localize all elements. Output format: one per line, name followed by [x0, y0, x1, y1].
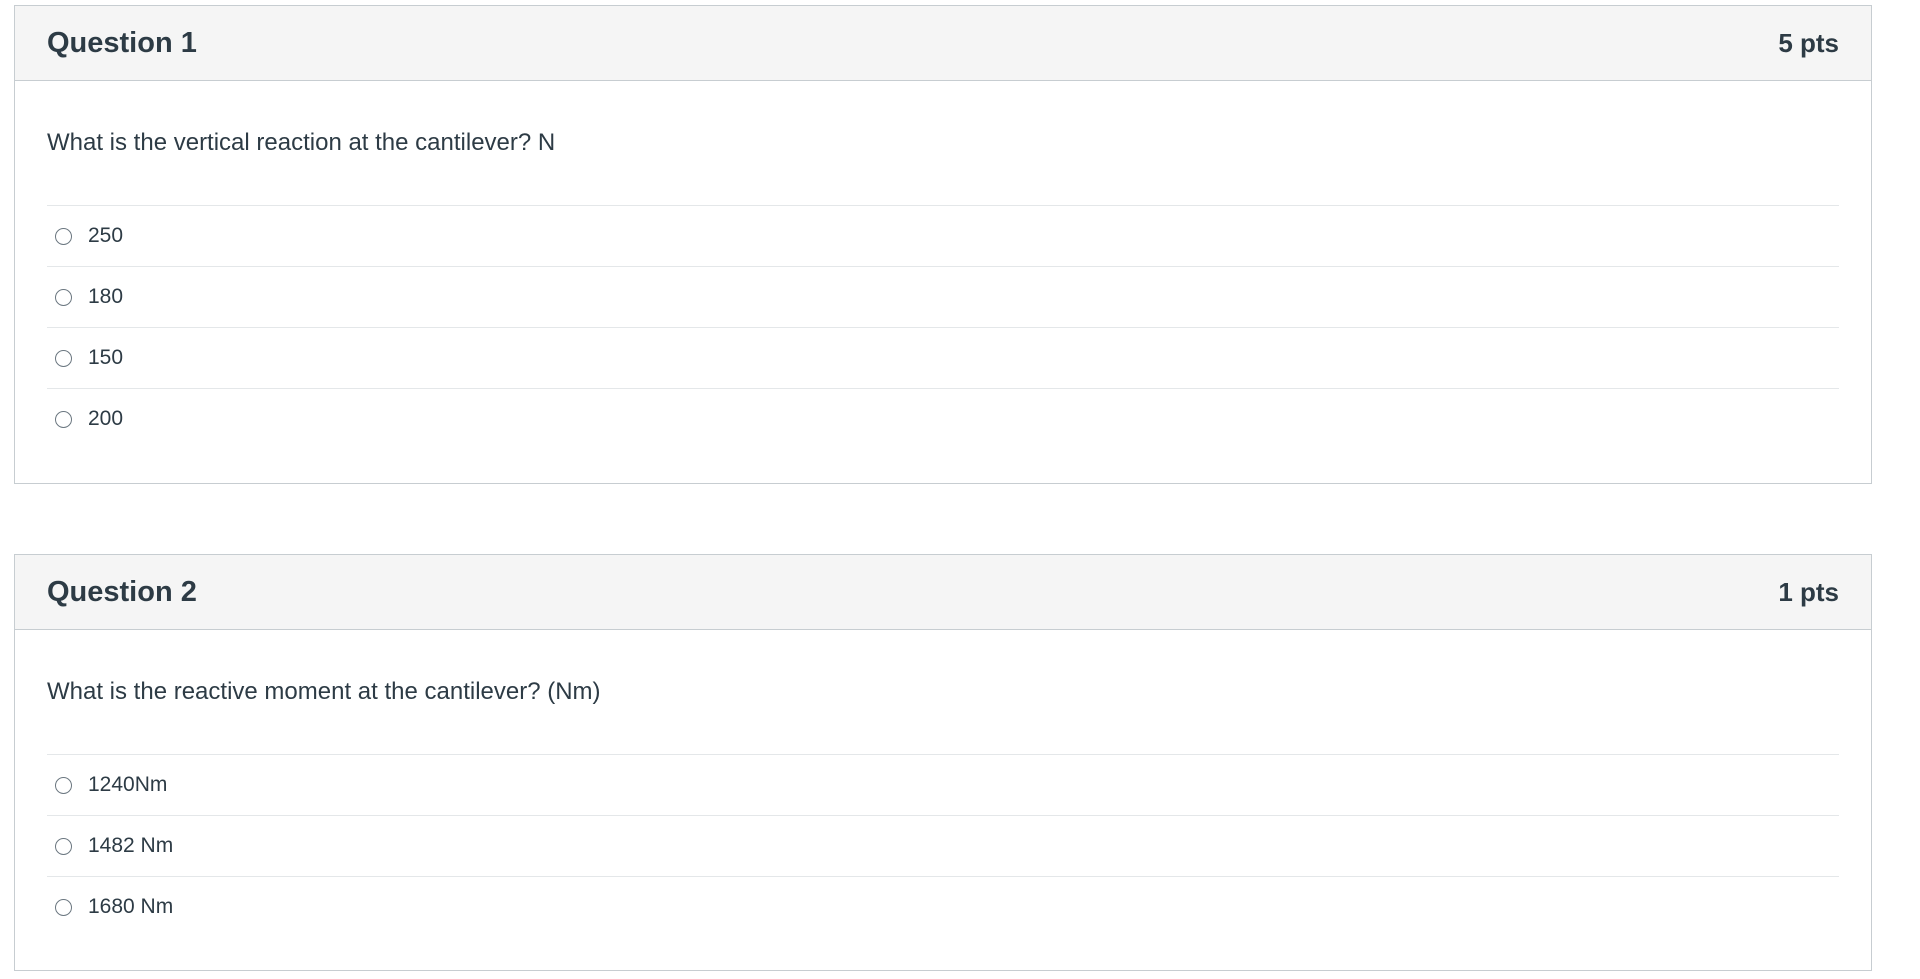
answer-option[interactable]: 1680 Nm: [47, 876, 1839, 937]
question-title: Question 1: [47, 26, 197, 59]
answer-list: 1240Nm 1482 Nm 1680 Nm: [47, 754, 1839, 937]
question-card-1: Question 1 5 pts What is the vertical re…: [14, 5, 1872, 484]
question-body: What is the reactive moment at the canti…: [15, 630, 1871, 937]
answer-option[interactable]: 1482 Nm: [47, 815, 1839, 876]
question-body: What is the vertical reaction at the can…: [15, 81, 1871, 449]
answer-label: 150: [88, 346, 124, 369]
radio-button[interactable]: [55, 349, 72, 367]
answer-label: 1680 Nm: [88, 895, 174, 918]
answer-option[interactable]: 180: [47, 266, 1839, 327]
answer-label: 250: [88, 224, 124, 247]
answer-option[interactable]: 1240Nm: [47, 754, 1839, 815]
answer-option[interactable]: 250: [47, 205, 1839, 266]
radio-button[interactable]: [55, 410, 72, 428]
question-points: 1 pts: [1778, 576, 1839, 607]
answer-list: 250 180 150 200: [47, 205, 1839, 449]
question-card-2: Question 2 1 pts What is the reactive mo…: [14, 554, 1872, 971]
question-text: What is the reactive moment at the canti…: [47, 678, 601, 705]
radio-button[interactable]: [55, 898, 72, 916]
radio-button[interactable]: [55, 776, 72, 794]
answer-label: 180: [88, 285, 124, 308]
question-text: What is the vertical reaction at the can…: [47, 129, 556, 156]
answer-label: 200: [88, 407, 124, 430]
answer-label: 1482 Nm: [88, 834, 174, 857]
answer-label: 1240Nm: [88, 773, 168, 796]
radio-button[interactable]: [55, 837, 72, 855]
radio-button[interactable]: [55, 288, 72, 306]
question-header: Question 1 5 pts: [15, 6, 1871, 81]
question-header: Question 2 1 pts: [15, 555, 1871, 630]
radio-button[interactable]: [55, 227, 72, 245]
answer-option[interactable]: 150: [47, 327, 1839, 388]
question-points: 5 pts: [1778, 27, 1839, 58]
question-title: Question 2: [47, 575, 197, 608]
answer-option[interactable]: 200: [47, 388, 1839, 449]
